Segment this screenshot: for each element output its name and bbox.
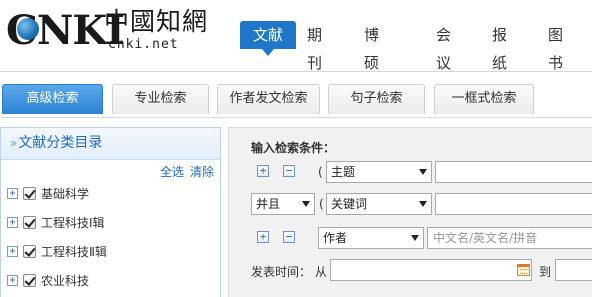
remove-row-icon[interactable]: − xyxy=(283,165,295,177)
open-paren: ( xyxy=(318,165,323,179)
search-term-input-1[interactable] xyxy=(435,161,592,183)
expand-icon[interactable]: + xyxy=(7,246,18,257)
author-field-value: 作者 xyxy=(323,231,348,245)
tab-professional-search[interactable]: 专业检索 xyxy=(112,84,209,114)
nav-tab-literature[interactable]: 文献 xyxy=(240,21,296,56)
sidebar-actions: 全选 清除 xyxy=(154,163,214,180)
nav-tab-newspapers[interactable]: 报纸 xyxy=(492,21,507,72)
category-checkbox[interactable] xyxy=(23,245,36,258)
calendar-icon[interactable] xyxy=(517,264,530,276)
tree-item-label[interactable]: 基础科学 xyxy=(41,185,89,203)
add-row-icon[interactable]: + xyxy=(257,165,269,177)
nav-tab-theses[interactable]: 博硕士 xyxy=(364,21,379,100)
date-to-label: 到 xyxy=(539,265,552,279)
search-type-tabs: 高级检索 专业检索 作者发文检索 句子检索 一框式检索 xyxy=(0,72,592,118)
sidebar-title[interactable]: »文献分类目录 xyxy=(1,128,220,160)
double-chevron-icon: » xyxy=(10,136,18,150)
tab-author-search[interactable]: 作者发文检索 xyxy=(217,84,320,114)
category-sidebar: »文献分类目录 全选 清除 + 基础科学 + 工程科技Ⅰ辑 + 工程科技Ⅱ辑 + … xyxy=(0,127,221,297)
expand-icon[interactable]: + xyxy=(7,188,18,199)
remove-author-row-icon[interactable]: − xyxy=(283,231,295,243)
globe-icon xyxy=(17,18,39,40)
author-name-input[interactable]: 中文名/英文名/拼音 xyxy=(427,227,592,249)
nav-tab-journals[interactable]: 期刊 xyxy=(307,21,322,72)
nav-tab-conferences[interactable]: 会议 xyxy=(436,21,451,72)
open-paren: ( xyxy=(319,197,324,211)
add-author-row-icon[interactable]: + xyxy=(257,231,269,243)
tab-sentence-search[interactable]: 句子检索 xyxy=(328,84,425,114)
dropdown-arrow-icon xyxy=(419,169,427,175)
dropdown-arrow-icon xyxy=(419,201,427,207)
field-select-value: 主题 xyxy=(331,165,356,179)
category-checkbox[interactable] xyxy=(23,216,36,229)
site-header: CNKI 中國知網 cnki.net 文献 期刊 博硕士 会议 报纸 图书 xyxy=(0,0,592,100)
field-select-2[interactable]: 关键词 xyxy=(326,193,432,215)
search-term-input-2[interactable] xyxy=(435,193,592,215)
tab-single-box-search[interactable]: 一框式检索 xyxy=(434,84,534,114)
cnki-logo[interactable]: CNKI 中國知網 cnki.net xyxy=(6,7,211,57)
field-select-value: 关键词 xyxy=(331,197,368,211)
date-to-input[interactable] xyxy=(555,259,592,281)
select-all-link[interactable]: 全选 xyxy=(160,165,184,179)
logo-chinese-text: 中國知網 xyxy=(104,7,209,36)
nav-tab-books[interactable]: 图书 xyxy=(548,21,563,72)
date-from-input[interactable] xyxy=(330,259,532,281)
clear-link[interactable]: 清除 xyxy=(190,165,214,179)
category-checkbox[interactable] xyxy=(23,274,36,287)
publish-date-label: 发表时间： xyxy=(251,265,312,279)
category-checkbox[interactable] xyxy=(23,187,36,200)
dropdown-arrow-icon xyxy=(302,201,310,207)
dropdown-arrow-icon xyxy=(411,235,419,241)
date-from-label: 从 xyxy=(315,265,328,279)
sidebar-title-label: 文献分类目录 xyxy=(18,135,103,151)
search-form: 输入检索条件： + − ( 主题 并且 ( 关键词 + − 作者 中文名/英文名… xyxy=(228,127,592,297)
tree-item-label[interactable]: 工程科技Ⅰ辑 xyxy=(41,214,105,232)
tree-item-label[interactable]: 农业科技 xyxy=(41,272,89,290)
form-title: 输入检索条件： xyxy=(251,141,336,155)
field-select-1[interactable]: 主题 xyxy=(326,161,432,183)
logic-select-value: 并且 xyxy=(256,197,281,211)
tree-item-label[interactable]: 工程科技Ⅱ辑 xyxy=(41,243,107,261)
tab-advanced-search[interactable]: 高级检索 xyxy=(2,84,103,114)
expand-icon[interactable]: + xyxy=(7,275,18,286)
logic-select[interactable]: 并且 xyxy=(251,193,315,215)
expand-icon[interactable]: + xyxy=(7,217,18,228)
logo-url-text: cnki.net xyxy=(108,37,179,52)
author-field-select[interactable]: 作者 xyxy=(318,227,424,249)
